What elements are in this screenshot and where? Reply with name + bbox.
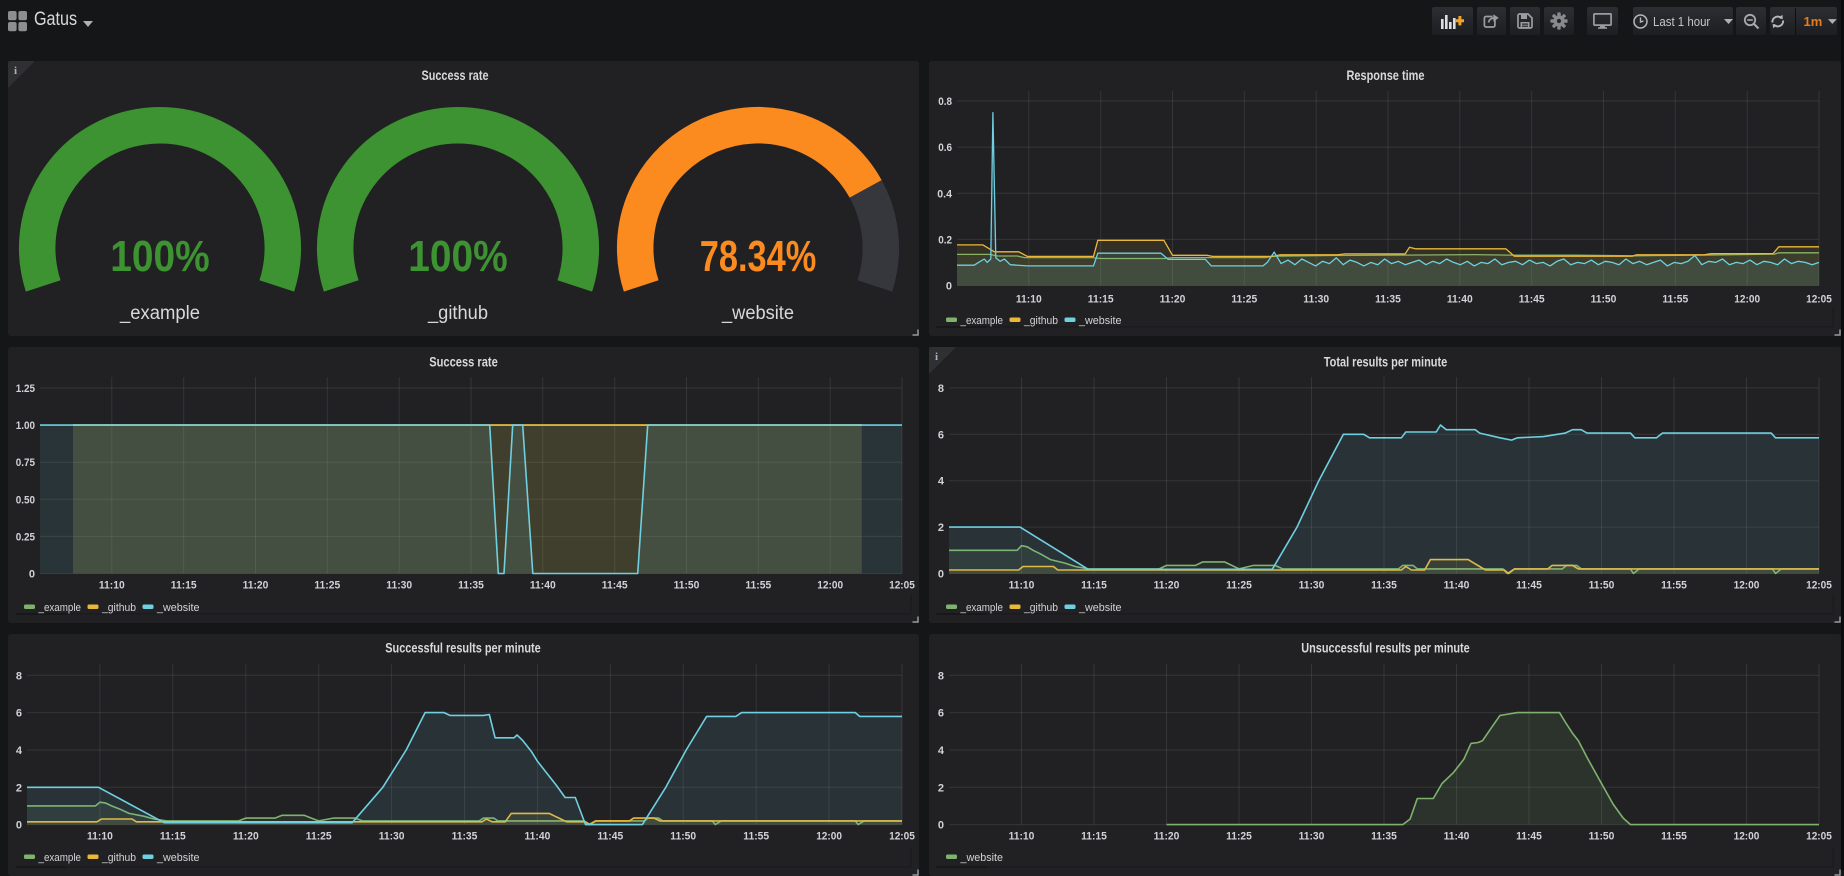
svg-text:i: i [935, 351, 938, 363]
svg-text:i: i [14, 65, 17, 77]
